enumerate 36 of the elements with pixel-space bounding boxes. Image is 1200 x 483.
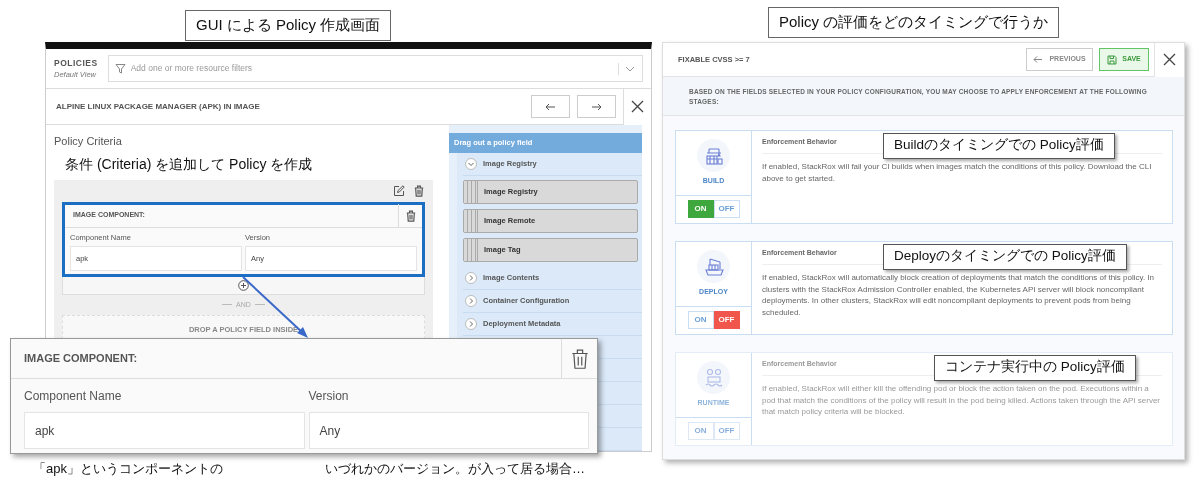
ship-icon — [703, 256, 724, 277]
crane-icon — [703, 145, 724, 166]
caption: Policy の評価をどのタイミングで行うか — [768, 7, 1060, 38]
stage-description: If enabled, StackRox will fail your CI builds when images match the conditions of this policy. Download the CLI above to get started. — [762, 161, 1153, 185]
dropdown-caret-icon — [618, 62, 636, 75]
stage-description: If enabled, StackRox will either kill the offending pod or block the action taken on the pod. Executions within a pod that match the conditions of the policy will result in the pod being killed. Actions taken through the API server that match policy criteria will be blocked. — [762, 383, 1161, 418]
close-icon — [1163, 53, 1176, 66]
trash-icon[interactable] — [404, 209, 417, 222]
edit-icon[interactable] — [393, 184, 405, 197]
section-title: Policy Criteria — [54, 134, 123, 149]
off-toggle[interactable]: OFF — [713, 311, 740, 329]
filter-icon — [114, 63, 126, 74]
stage-description: If enabled, StackRox will automatically block creation of deployments that match the conditions of this policy. In clusters with the StackRox Admission Controller enabled, the Kubernetes API server will block noncompliant deployments. In other clusters, StackRox will edit noncompliant deployments to prevent pods from being scheduled. — [762, 272, 1156, 319]
policy-title: ALPINE LINUX PACKAGE MANAGER (APK) IN IMAGE — [55, 100, 261, 113]
field-label: Version — [308, 388, 350, 405]
input-field[interactable]: apk — [24, 412, 305, 449]
input-field[interactable]: Any — [308, 412, 589, 449]
save-icon — [1107, 54, 1118, 65]
caption: GUI による Policy 作成画面 — [185, 10, 392, 41]
annotation-callout: Buildのタイミングでの Policy評価 — [883, 132, 1115, 159]
left-arrow-icon — [1033, 55, 1044, 64]
gear-wave-icon — [703, 367, 724, 388]
trash-icon[interactable] — [413, 184, 425, 197]
annotation-callout: コンテナ実行中の Policy評価 — [934, 354, 1136, 381]
annotation-note: 「apk」というコンポーネントの — [33, 460, 224, 478]
annotation-callout: Deployのタイミングでの Policy評価 — [883, 243, 1127, 270]
close-icon — [631, 100, 644, 113]
page-title: POLICIES — [54, 56, 98, 70]
close-button[interactable] — [1154, 42, 1184, 77]
add-icon[interactable] — [238, 279, 249, 291]
group-title: IMAGE COMPONENT: — [23, 351, 139, 367]
right-arrow-icon — [591, 101, 602, 112]
left-arrow-icon — [545, 101, 556, 112]
close-button[interactable] — [623, 88, 651, 125]
field-label: Component Name — [24, 388, 123, 405]
annotation-note: いづれかのバージョン。が入って居る場合… — [325, 460, 585, 478]
